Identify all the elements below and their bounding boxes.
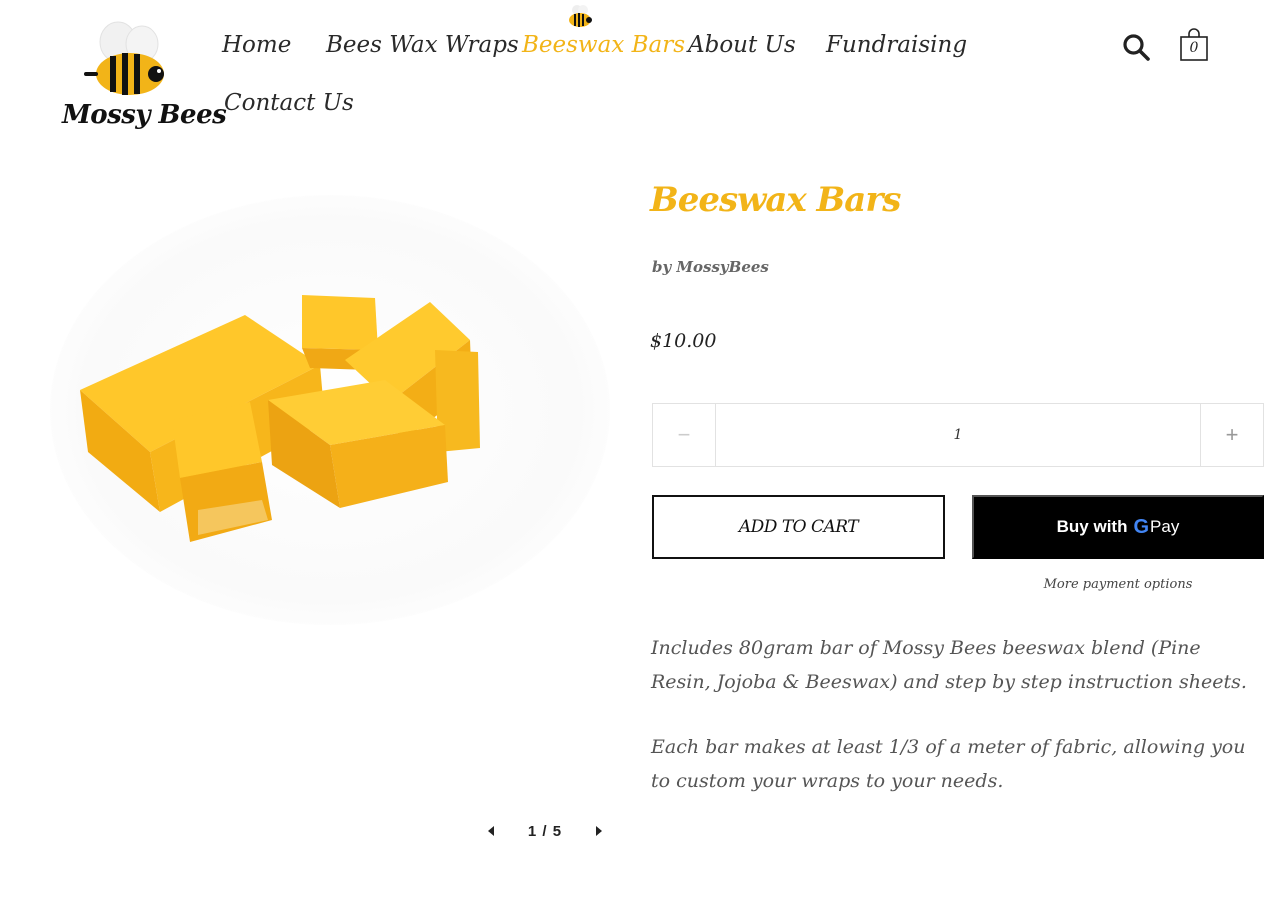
search-button[interactable]: [1121, 32, 1151, 62]
product-title: Beeswax Bars: [650, 180, 901, 220]
beeswax-bars-image: [50, 195, 610, 625]
nav-item-fundraising[interactable]: Fundraising: [826, 32, 967, 58]
add-to-cart-button[interactable]: ADD TO CART: [652, 495, 945, 559]
nav-item-bees-wax-wraps[interactable]: Bees Wax Wraps: [326, 32, 519, 58]
product-price: $10.00: [650, 330, 717, 352]
pay-label: Pay: [1150, 517, 1180, 536]
product-description-paragraph: Includes 80gram bar of Mossy Bees beeswa…: [651, 637, 1247, 693]
decrease-quantity-button[interactable]: −: [653, 404, 716, 466]
nav-item-home[interactable]: Home: [222, 32, 291, 58]
more-payment-options-link[interactable]: More payment options: [972, 577, 1264, 592]
brand-logo[interactable]: Mossy Bees: [58, 16, 227, 144]
next-image-button[interactable]: [588, 820, 610, 842]
gallery-counter: 1 / 5: [527, 822, 563, 840]
previous-image-button[interactable]: [480, 820, 502, 842]
caret-right-icon: [596, 826, 602, 836]
nav-item-about-us[interactable]: About Us: [688, 32, 796, 58]
product-vendor: by MossyBees: [652, 258, 769, 276]
search-icon: [1123, 34, 1150, 61]
buy-with-gpay-button[interactable]: Buy with G Pay: [972, 495, 1264, 559]
buy-with-label: Buy with: [1056, 517, 1128, 536]
caret-left-icon: [488, 826, 494, 836]
quantity-stepper: − +: [652, 403, 1264, 467]
product-description-paragraph: Each bar makes at least 1/3 of a meter o…: [651, 736, 1246, 792]
cart-count: 0: [1189, 40, 1199, 56]
active-bee-icon: [569, 5, 592, 27]
gallery-pager: 1 / 5: [480, 820, 610, 842]
cart-button[interactable]: 0: [1179, 28, 1209, 62]
bee-logo-icon: [84, 21, 164, 95]
brand-name: Mossy Bees: [62, 100, 227, 130]
quantity-input[interactable]: [716, 404, 1200, 466]
google-g-icon: G: [1133, 515, 1150, 538]
nav-item-contact-us[interactable]: Contact Us: [224, 90, 354, 116]
increase-quantity-button[interactable]: +: [1200, 404, 1263, 466]
product-image[interactable]: [40, 190, 620, 630]
nav-item-beeswax-bars[interactable]: Beeswax Bars: [522, 32, 685, 58]
plus-icon: +: [1225, 422, 1239, 447]
minus-icon: −: [677, 422, 691, 447]
